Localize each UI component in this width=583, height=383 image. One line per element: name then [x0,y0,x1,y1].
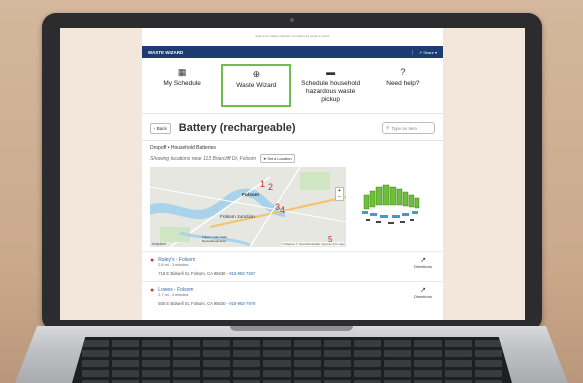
brand-bar: WASTE WIZARD ↗ Share ▾ [142,46,443,58]
back-label: Back [156,125,167,131]
map[interactable]: Folsom Folsom Junction Folsom Lake State… [150,167,346,247]
map-pin-icon: ● [150,257,155,264]
top-note: Signup for waste collection reminders by… [255,34,330,38]
share-label: Share [423,49,434,55]
directions-label: Directions [414,294,432,299]
menu-need-help[interactable]: ? Need help? [370,64,436,107]
main-menu: ▦ My Schedule ⊕ Waste Wizard ▬ Schedule … [142,58,443,114]
map-label-folsom: Folsom [242,193,260,198]
item-search-input[interactable]: ⚲ Type an item [382,122,435,134]
back-button[interactable]: ‹ Back [150,122,171,134]
map-graphic [150,167,346,247]
zoom-out-button[interactable]: − [336,194,343,200]
menu-label: Waste Wizard [236,82,277,89]
result-body: Lowes - Folsom 2.7 mi - 4 minutes 500 E … [158,287,407,306]
zoom-control: + − [335,187,344,201]
battery-illustration [362,184,420,224]
magnifier-icon: ⊕ [252,69,261,79]
map-label-park: Folsom Lake State Recreational Area [202,235,228,243]
map-label-folsom-junction: Folsom Junction [220,215,255,220]
truck-icon: ▬ [326,67,336,77]
map-row: Folsom Folsom Junction Folsom Lake State… [142,163,443,251]
keyboard [72,337,512,383]
menu-label: Schedule household hazardous waste picku… [301,80,361,103]
search-icon: ⚲ [386,125,390,130]
directions-button[interactable]: ↗ Directions [411,287,435,306]
brand-title: WASTE WIZARD [148,49,184,55]
result-address: 500 E Bidwell St, Folsom, CA 95630 - 916… [158,301,407,306]
result-phone[interactable]: 916-983-7267 [229,271,255,276]
menu-schedule-pickup[interactable]: ▬ Schedule household hazardous waste pic… [298,64,364,107]
showing-text: Showing locations near 113 Briarcliff Dr… [150,155,257,162]
result-address-text: 715 E Bidwell St, Folsom, CA 95630 - [158,271,229,276]
directions-label: Directions [414,264,432,269]
result-item[interactable]: ● Lowes - Folsom 2.7 mi - 4 minutes 500 … [142,281,443,311]
result-address: 715 E Bidwell St, Folsom, CA 95630 - 916… [158,271,407,276]
menu-label: Need help? [386,80,420,87]
map-marker[interactable]: 1 [260,179,265,189]
laptop-hinge [230,326,353,331]
directions-button[interactable]: ↗ Directions [411,257,435,276]
directions-icon: ↗ [420,257,426,264]
question-icon: ? [400,67,406,77]
section-heading: Dropoff • Household Batteries [142,140,443,154]
share-button[interactable]: ↗ Share ▾ [411,49,437,55]
calendar-icon: ▦ [177,67,187,77]
result-distance: 2.8 mi - 3 minutes [158,263,189,267]
result-distance: 2.7 mi - 4 minutes [158,293,189,297]
mapbox-logo: mapbox [152,241,167,246]
menu-waste-wizard[interactable]: ⊕ Waste Wizard [221,64,292,107]
set-location-label: Set a Location [267,157,292,161]
item-title: Battery (rechargeable) [178,122,296,134]
map-attribution[interactable]: © Mapbox © OpenStreetMap Improve this ma… [281,242,344,246]
menu-my-schedule[interactable]: ▦ My Schedule [149,64,215,107]
result-phone[interactable]: 916-983-7979 [229,301,255,306]
location-line: Showing locations near 113 Briarcliff Dr… [142,154,443,163]
map-marker[interactable]: 2 [268,182,273,192]
web-page: Signup for waste collection reminders by… [142,28,443,320]
set-location-button[interactable]: ➤ Set a Location [260,154,295,163]
battery-image [352,167,434,247]
item-header: ‹ Back Battery (rechargeable) ⚲ Type an … [142,114,443,140]
camera-icon [290,18,294,22]
menu-label: My Schedule [163,80,201,87]
map-marker[interactable]: 4 [280,205,285,215]
search-placeholder: Type an item [391,125,418,131]
result-body: Raley's - Folsom 2.8 mi - 3 minutes 715 … [158,257,407,276]
result-address-text: 500 E Bidwell St, Folsom, CA 95630 - [158,301,229,306]
map-pin-icon: ● [150,287,155,294]
result-item[interactable]: ● Raley's - Folsom 2.8 mi - 3 minutes 71… [142,251,443,281]
laptop-screen: Signup for waste collection reminders by… [60,28,525,320]
directions-icon: ↗ [420,287,426,294]
